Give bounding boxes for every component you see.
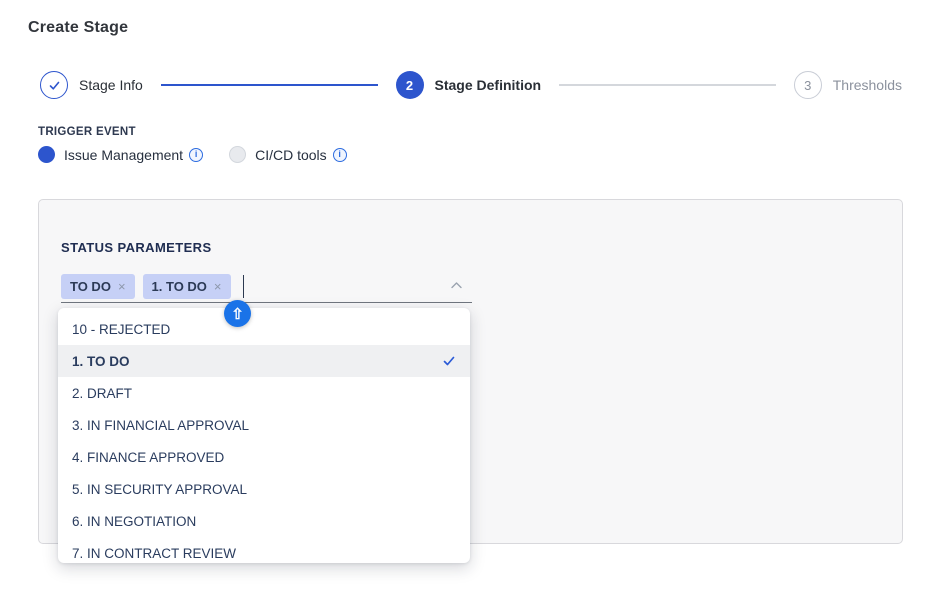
info-icon[interactable]: i [189,148,203,162]
text-caret [243,275,245,298]
radio-selected-icon [38,146,55,163]
step-upcoming-circle: 3 [794,71,822,99]
chevron-up-icon[interactable] [449,278,464,293]
dropdown-item[interactable]: 6. IN NEGOTIATION [58,505,470,537]
status-dropdown-menu: 10 - REJECTED 1. TO DO 2. DRAFT 3. IN FI… [58,308,470,563]
dropdown-item-label: 5. IN SECURITY APPROVAL [72,482,456,497]
dropdown-item[interactable]: 5. IN SECURITY APPROVAL [58,473,470,505]
radio-option-issue-management[interactable]: Issue Management i [38,146,203,163]
stepper-connector-upcoming [559,84,776,86]
chip-remove-icon[interactable]: × [118,280,126,293]
dropdown-item-label: 4. FINANCE APPROVED [72,450,456,465]
selected-chip: TO DO × [61,274,135,299]
radio-label-cicd-tools: CI/CD tools [255,147,327,163]
step-label-stage-info: Stage Info [79,77,143,93]
create-stage-page: Create Stage Stage Info 2 Stage Definiti… [0,0,938,591]
trigger-event-options: Issue Management i CI/CD tools i [38,146,347,163]
page-title: Create Stage [28,19,128,37]
chip-remove-icon[interactable]: × [214,280,222,293]
stepper: Stage Info 2 Stage Definition 3 Threshol… [40,71,902,99]
info-icon[interactable]: i [333,148,347,162]
dropdown-item-label: 3. IN FINANCIAL APPROVAL [72,418,456,433]
dropdown-item-label: 2. DRAFT [72,386,456,401]
dropdown-item[interactable]: 7. IN CONTRACT REVIEW [58,537,470,563]
dropdown-item[interactable]: 2. DRAFT [58,377,470,409]
stepper-step-thresholds[interactable]: 3 Thresholds [794,71,902,99]
check-icon [442,354,456,368]
dropdown-item-label: 10 - REJECTED [72,322,456,337]
arrow-up-badge-icon[interactable]: ⇧ [224,300,251,327]
radio-label-issue-management: Issue Management [64,147,183,163]
step-label-stage-definition: Stage Definition [435,77,542,93]
step-completed-circle [40,71,68,99]
chip-label: 1. TO DO [152,279,207,294]
dropdown-item[interactable]: 10 - REJECTED [58,313,470,345]
stepper-step-stage-definition[interactable]: 2 Stage Definition [396,71,542,99]
dropdown-item-label: 1. TO DO [72,354,442,369]
dropdown-item-label: 6. IN NEGOTIATION [72,514,456,529]
step-active-circle: 2 [396,71,424,99]
dropdown-item[interactable]: 4. FINANCE APPROVED [58,441,470,473]
status-parameters-label: STATUS PARAMETERS [61,240,212,255]
dropdown-item-label: 7. IN CONTRACT REVIEW [72,546,456,561]
stepper-step-stage-info[interactable]: Stage Info [40,71,143,99]
step-label-thresholds: Thresholds [833,77,902,93]
dropdown-item[interactable]: 3. IN FINANCIAL APPROVAL [58,409,470,441]
status-multiselect-input[interactable]: TO DO × 1. TO DO × [61,270,472,303]
selected-chip: 1. TO DO × [143,274,231,299]
check-icon [48,79,61,92]
stepper-connector-completed [161,84,378,86]
radio-unselected-icon [229,146,246,163]
chip-label: TO DO [70,279,111,294]
trigger-event-label: TRIGGER EVENT [38,126,136,138]
radio-option-cicd-tools[interactable]: CI/CD tools i [229,146,347,163]
dropdown-item-selected[interactable]: 1. TO DO [58,345,470,377]
